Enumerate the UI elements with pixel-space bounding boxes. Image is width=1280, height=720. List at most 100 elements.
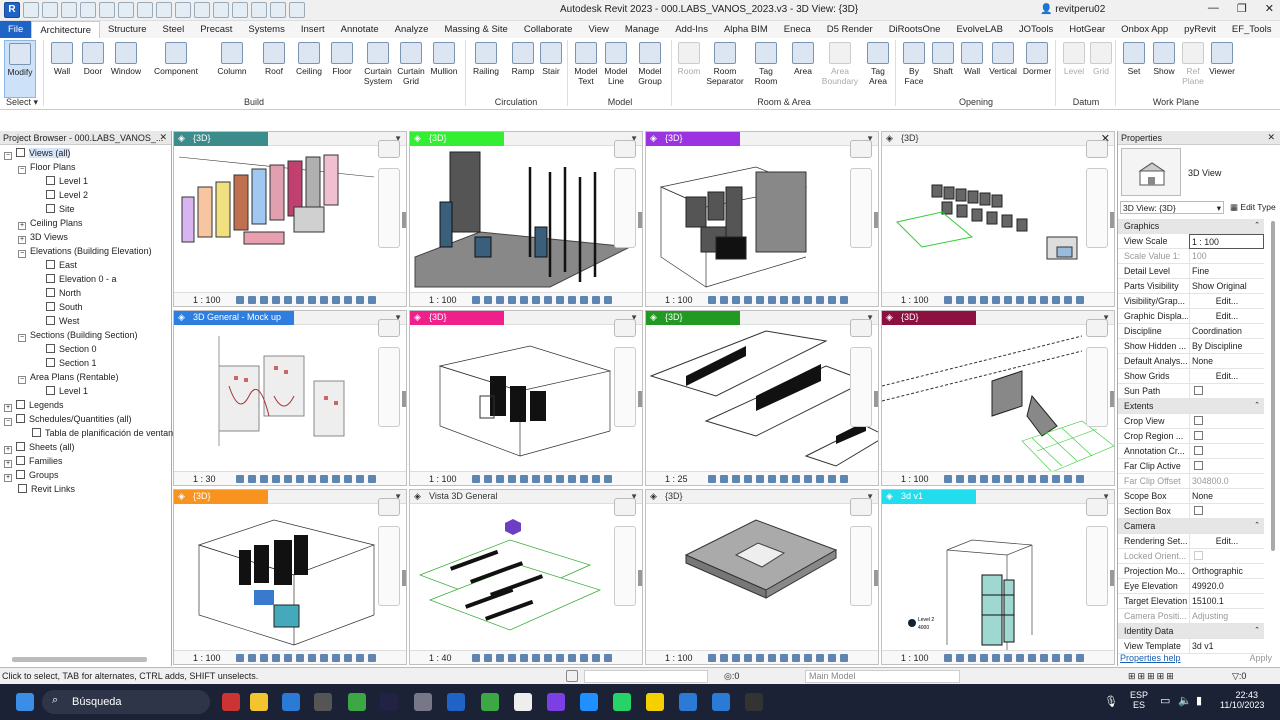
view-controls[interactable] — [472, 296, 612, 304]
property-row[interactable]: Section Box — [1118, 504, 1264, 519]
curtain-grid-button[interactable]: Curtain Grid — [395, 40, 427, 98]
view-controls[interactable] — [472, 475, 612, 483]
measure-icon[interactable] — [137, 2, 153, 18]
navigation-bar[interactable] — [1086, 168, 1108, 248]
edit-type-button[interactable]: ▦ Edit Type — [1230, 202, 1276, 213]
properties-help-link[interactable]: Properties help — [1120, 653, 1181, 663]
model-canvas[interactable] — [882, 326, 1114, 472]
property-value[interactable]: None — [1189, 489, 1264, 504]
view-window[interactable]: ◈ 3D General - Mock up ▼ 1 : 30 — [173, 310, 407, 486]
model-group-button[interactable]: Model Group — [634, 40, 666, 98]
tree-node-level-2[interactable]: Level 2 — [46, 189, 88, 201]
editing-requests[interactable]: ◎:0 — [724, 671, 739, 682]
roof-button[interactable]: Roof — [258, 40, 290, 98]
scroll-thumb[interactable] — [1110, 391, 1114, 407]
property-checkbox[interactable] — [1194, 551, 1203, 560]
navigation-bar[interactable] — [378, 526, 400, 606]
tree-node-sections[interactable]: − Sections (Building Section) — [18, 329, 138, 342]
view-scale[interactable]: 1 : 100 — [901, 653, 929, 663]
property-value[interactable]: Edit... — [1189, 369, 1264, 384]
viewcube-icon[interactable] — [1086, 319, 1108, 337]
vivaldi-icon[interactable] — [222, 693, 240, 711]
property-value[interactable] — [1189, 459, 1264, 474]
property-row[interactable]: Discipline Coordination — [1118, 324, 1264, 339]
settings-icon[interactable] — [414, 693, 432, 711]
scroll-thumb[interactable] — [1110, 570, 1114, 586]
scroll-thumb[interactable] — [874, 570, 878, 586]
model-canvas[interactable]: Level 2 4000 — [882, 505, 1114, 651]
property-row[interactable]: Visibility/Grap... Edit... — [1118, 294, 1264, 309]
model-canvas[interactable] — [174, 326, 406, 472]
property-row[interactable]: Far Clip Offset 304800.0 — [1118, 474, 1264, 489]
view-scale[interactable]: 1 : 100 — [429, 295, 457, 305]
tab-manage[interactable]: Manage — [617, 21, 667, 38]
property-checkbox[interactable] — [1194, 431, 1203, 440]
navigation-bar[interactable] — [1086, 526, 1108, 606]
tree-node-section-0[interactable]: Section 0 — [46, 343, 97, 355]
tag-icon[interactable] — [175, 2, 191, 18]
view-window[interactable]: ◈ Vista 3D General ▼ 1 : 40 — [409, 489, 643, 665]
app-icon[interactable] — [314, 693, 332, 711]
view-controls[interactable] — [236, 296, 376, 304]
model-text-button[interactable]: Model Text — [570, 40, 602, 98]
property-value[interactable]: 304800.0 — [1189, 474, 1264, 489]
tab-file[interactable]: File — [0, 21, 32, 38]
tree-node-west[interactable]: West — [46, 315, 79, 327]
shaft-button[interactable]: Shaft — [927, 40, 959, 98]
tab-ef-tools[interactable]: EF_Tools — [1224, 21, 1280, 38]
close-icon[interactable]: ✕ — [1265, 2, 1274, 15]
default-3d-icon[interactable] — [213, 2, 229, 18]
property-row[interactable]: View Scale 1 : 100 — [1118, 234, 1264, 249]
apply-button[interactable]: Apply — [1249, 653, 1272, 663]
stair-button[interactable]: Stair — [535, 40, 567, 98]
wall-opening-button[interactable]: Wall — [956, 40, 988, 98]
property-value[interactable] — [1189, 414, 1264, 429]
tree-node-legends[interactable]: + Legends — [4, 399, 64, 412]
property-value[interactable]: None — [1189, 354, 1264, 369]
close-hidden-icon[interactable] — [270, 2, 286, 18]
model-canvas[interactable] — [646, 505, 878, 651]
view-controls[interactable] — [708, 475, 848, 483]
scroll-thumb[interactable] — [402, 212, 406, 228]
show-button[interactable]: Show — [1148, 40, 1180, 98]
property-value[interactable]: Adjusting — [1189, 609, 1264, 624]
tab-analyze[interactable]: Analyze — [387, 21, 437, 38]
property-row[interactable]: Crop Region ... — [1118, 429, 1264, 444]
whatsapp-icon[interactable] — [613, 693, 631, 711]
viewcube-icon[interactable] — [850, 140, 872, 158]
language-indicator[interactable]: ESP ES — [1130, 690, 1148, 710]
view-scale[interactable]: 1 : 100 — [193, 653, 221, 663]
file-explorer-icon[interactable] — [250, 693, 268, 711]
type-selector[interactable]: 3D View: {3D} ▾ — [1120, 201, 1224, 214]
area-button[interactable]: Area — [787, 40, 819, 98]
tab-onbox-app[interactable]: Onbox App — [1113, 21, 1176, 38]
collapse-icon[interactable]: ⌃ — [1254, 626, 1260, 634]
view-window[interactable]: ◈ {3D} ▼ 1 : 100 — [173, 489, 407, 665]
navigation-bar[interactable] — [614, 168, 636, 248]
view-title[interactable]: ◈ {3D} — [646, 132, 740, 146]
chrome-icon[interactable] — [348, 693, 366, 711]
tab-massing-site[interactable]: Massing & Site — [436, 21, 515, 38]
view-scale[interactable]: 1 : 100 — [665, 653, 693, 663]
property-value[interactable]: Show Original — [1189, 279, 1264, 294]
view-window[interactable]: ◈ {3D} ▼ 1 : 100 — [645, 489, 879, 665]
panel-select[interactable]: Select ▾ — [2, 97, 42, 108]
view-scale[interactable]: 1 : 100 — [429, 474, 457, 484]
view-controls[interactable] — [472, 654, 612, 662]
viewcube-icon[interactable] — [850, 498, 872, 516]
horizontal-scrollbar[interactable] — [12, 657, 147, 662]
tree-node-elevation-0-a[interactable]: Elevation 0 - a — [46, 273, 117, 285]
sync-icon[interactable] — [61, 2, 77, 18]
view-title[interactable]: ◈ 3d v1 — [882, 490, 976, 504]
scroll-thumb[interactable] — [638, 570, 642, 586]
tree-node-sheets[interactable]: + Sheets (all) — [4, 441, 75, 454]
property-checkbox[interactable] — [1194, 506, 1203, 515]
dimension-icon[interactable] — [156, 2, 172, 18]
scroll-thumb[interactable] — [402, 570, 406, 586]
model-canvas[interactable] — [646, 326, 878, 472]
tab-d5-render[interactable]: D5 Render — [819, 21, 881, 38]
steam-icon[interactable] — [380, 693, 398, 711]
view-scale[interactable]: 1 : 100 — [901, 295, 929, 305]
viewcube-icon[interactable] — [378, 498, 400, 516]
curtain-system-button[interactable]: Curtain System — [362, 40, 394, 98]
